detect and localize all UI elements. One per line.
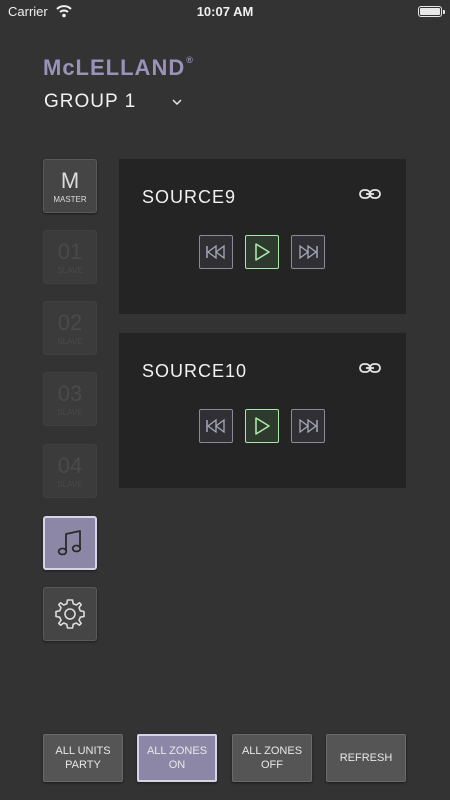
- skip-forward-icon: [299, 418, 318, 434]
- brand-name: McLELLAND: [43, 55, 186, 80]
- play-icon: [255, 243, 270, 261]
- master-button[interactable]: M MASTER: [43, 159, 97, 213]
- all-zones-on-button[interactable]: ALL ZONES ON: [137, 734, 217, 782]
- slave-number: 02: [57, 310, 83, 335]
- skip-forward-icon: [299, 244, 318, 260]
- slave-04-button[interactable]: 04 SLAVE: [43, 444, 97, 498]
- group-selector[interactable]: GROUP 1: [44, 90, 182, 114]
- skip-back-icon: [206, 418, 225, 434]
- all-zones-off-button[interactable]: ALL ZONES OFF: [232, 734, 312, 782]
- play-icon: [255, 417, 270, 435]
- source-name: SOURCE10: [142, 361, 248, 381]
- clock: 10:07 AM: [196, 4, 254, 19]
- master-letter: M: [60, 168, 80, 193]
- slave-03-button[interactable]: 03 SLAVE: [43, 372, 97, 426]
- slave-number: 03: [57, 381, 83, 406]
- source-name: SOURCE9: [142, 187, 237, 207]
- slave-label: SLAVE: [57, 480, 83, 489]
- settings-button[interactable]: [43, 587, 97, 641]
- brand-registered-mark: ®: [186, 55, 194, 65]
- status-bar: Carrier 10:07 AM: [0, 0, 450, 24]
- previous-track-button[interactable]: [199, 409, 233, 443]
- brand-logo: McLELLAND®: [43, 55, 194, 81]
- battery-icon: [418, 6, 445, 17]
- play-button[interactable]: [245, 235, 279, 269]
- slave-01-button[interactable]: 01 SLAVE: [43, 230, 97, 284]
- refresh-button[interactable]: REFRESH: [326, 734, 406, 782]
- source-card: SOURCE9: [119, 159, 406, 314]
- music-note-icon: [57, 530, 82, 556]
- skip-back-icon: [206, 244, 225, 260]
- music-button[interactable]: [43, 516, 97, 570]
- master-label: MASTER: [53, 195, 87, 204]
- slave-label: SLAVE: [57, 337, 83, 346]
- next-track-button[interactable]: [291, 235, 325, 269]
- slave-label: SLAVE: [57, 408, 83, 417]
- link-icon[interactable]: [359, 185, 381, 203]
- slave-number: 01: [57, 239, 83, 264]
- group-label: GROUP 1: [44, 91, 137, 112]
- link-icon[interactable]: [359, 359, 381, 377]
- slave-02-button[interactable]: 02 SLAVE: [43, 301, 97, 355]
- slave-label: SLAVE: [57, 266, 83, 275]
- source-card: SOURCE10: [119, 333, 406, 488]
- previous-track-button[interactable]: [199, 235, 233, 269]
- all-units-party-button[interactable]: ALL UNITS PARTY: [43, 734, 123, 782]
- next-track-button[interactable]: [291, 409, 325, 443]
- chevron-down-icon: [172, 99, 182, 105]
- gear-icon: [55, 599, 85, 629]
- play-button[interactable]: [245, 409, 279, 443]
- slave-number: 04: [57, 453, 83, 478]
